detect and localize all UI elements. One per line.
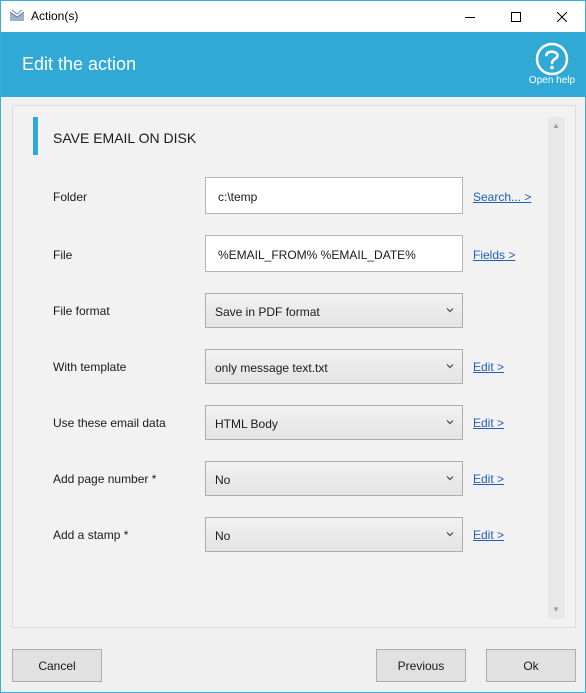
page-number-value: No — [215, 473, 231, 487]
chevron-down-icon — [446, 420, 454, 425]
template-edit-link[interactable]: Edit > — [473, 360, 504, 374]
minimize-icon — [465, 16, 475, 18]
maximize-button[interactable] — [493, 1, 539, 32]
cancel-button[interactable]: Cancel — [12, 649, 102, 682]
file-format-value: Save in PDF format — [215, 305, 320, 319]
file-format-select[interactable]: Save in PDF format — [205, 293, 463, 328]
template-label: With template — [53, 360, 127, 374]
file-value: %EMAIL_FROM% %EMAIL_DATE% — [218, 248, 416, 262]
ok-button[interactable]: Ok — [486, 649, 576, 682]
chevron-down-icon — [446, 364, 454, 369]
page-number-label: Add page number * — [53, 472, 157, 486]
folder-label: Folder — [53, 190, 88, 204]
email-data-select[interactable]: HTML Body — [205, 405, 463, 440]
file-input[interactable]: %EMAIL_FROM% %EMAIL_DATE% — [205, 235, 463, 272]
file-fields-link[interactable]: Fields > — [473, 248, 515, 262]
envelope-icon — [9, 9, 25, 21]
chevron-down-icon — [446, 476, 454, 481]
title-bar: Action(s) — [1, 1, 585, 32]
email-data-value: HTML Body — [215, 417, 278, 431]
close-icon — [557, 11, 567, 22]
question-circle-icon[interactable] — [535, 42, 569, 76]
folder-input[interactable]: c:\temp — [205, 177, 463, 214]
action-panel: SAVE EMAIL ON DISK Folder c:\temp Search… — [12, 105, 576, 628]
stamp-select[interactable]: No — [205, 517, 463, 552]
page-title: Edit the action — [22, 54, 137, 74]
section-accent-bar — [33, 117, 38, 155]
page-number-edit-link[interactable]: Edit > — [473, 472, 504, 486]
chevron-down-icon — [446, 308, 454, 313]
folder-value: c:\temp — [218, 190, 258, 204]
template-value: only message text.txt — [215, 361, 328, 375]
page-number-select[interactable]: No — [205, 461, 463, 496]
window-title: Action(s) — [31, 9, 79, 23]
stamp-edit-link[interactable]: Edit > — [473, 528, 504, 542]
previous-button[interactable]: Previous — [376, 649, 466, 682]
scroll-down-icon[interactable]: ▼ — [552, 605, 560, 614]
email-data-edit-link[interactable]: Edit > — [473, 416, 504, 430]
help-link[interactable]: Open help — [523, 75, 581, 86]
file-label: File — [53, 248, 73, 262]
chevron-down-icon — [446, 532, 454, 537]
minimize-button[interactable] — [447, 1, 493, 32]
folder-search-link[interactable]: Search... > — [473, 190, 531, 204]
file-format-label: File format — [53, 304, 110, 318]
maximize-icon — [511, 11, 521, 22]
stamp-value: No — [215, 529, 231, 543]
dialog-window: Action(s) Edit the action Open help SAVE… — [0, 0, 586, 693]
vertical-scrollbar[interactable]: ▲ ▼ — [548, 117, 565, 619]
email-data-label: Use these email data — [53, 416, 166, 430]
template-select[interactable]: only message text.txt — [205, 349, 463, 384]
header-band: Edit the action Open help — [1, 32, 585, 97]
section-title: SAVE EMAIL ON DISK — [53, 130, 197, 146]
close-button[interactable] — [539, 1, 585, 32]
stamp-label: Add a stamp * — [53, 528, 129, 542]
scroll-up-icon[interactable]: ▲ — [552, 121, 560, 130]
